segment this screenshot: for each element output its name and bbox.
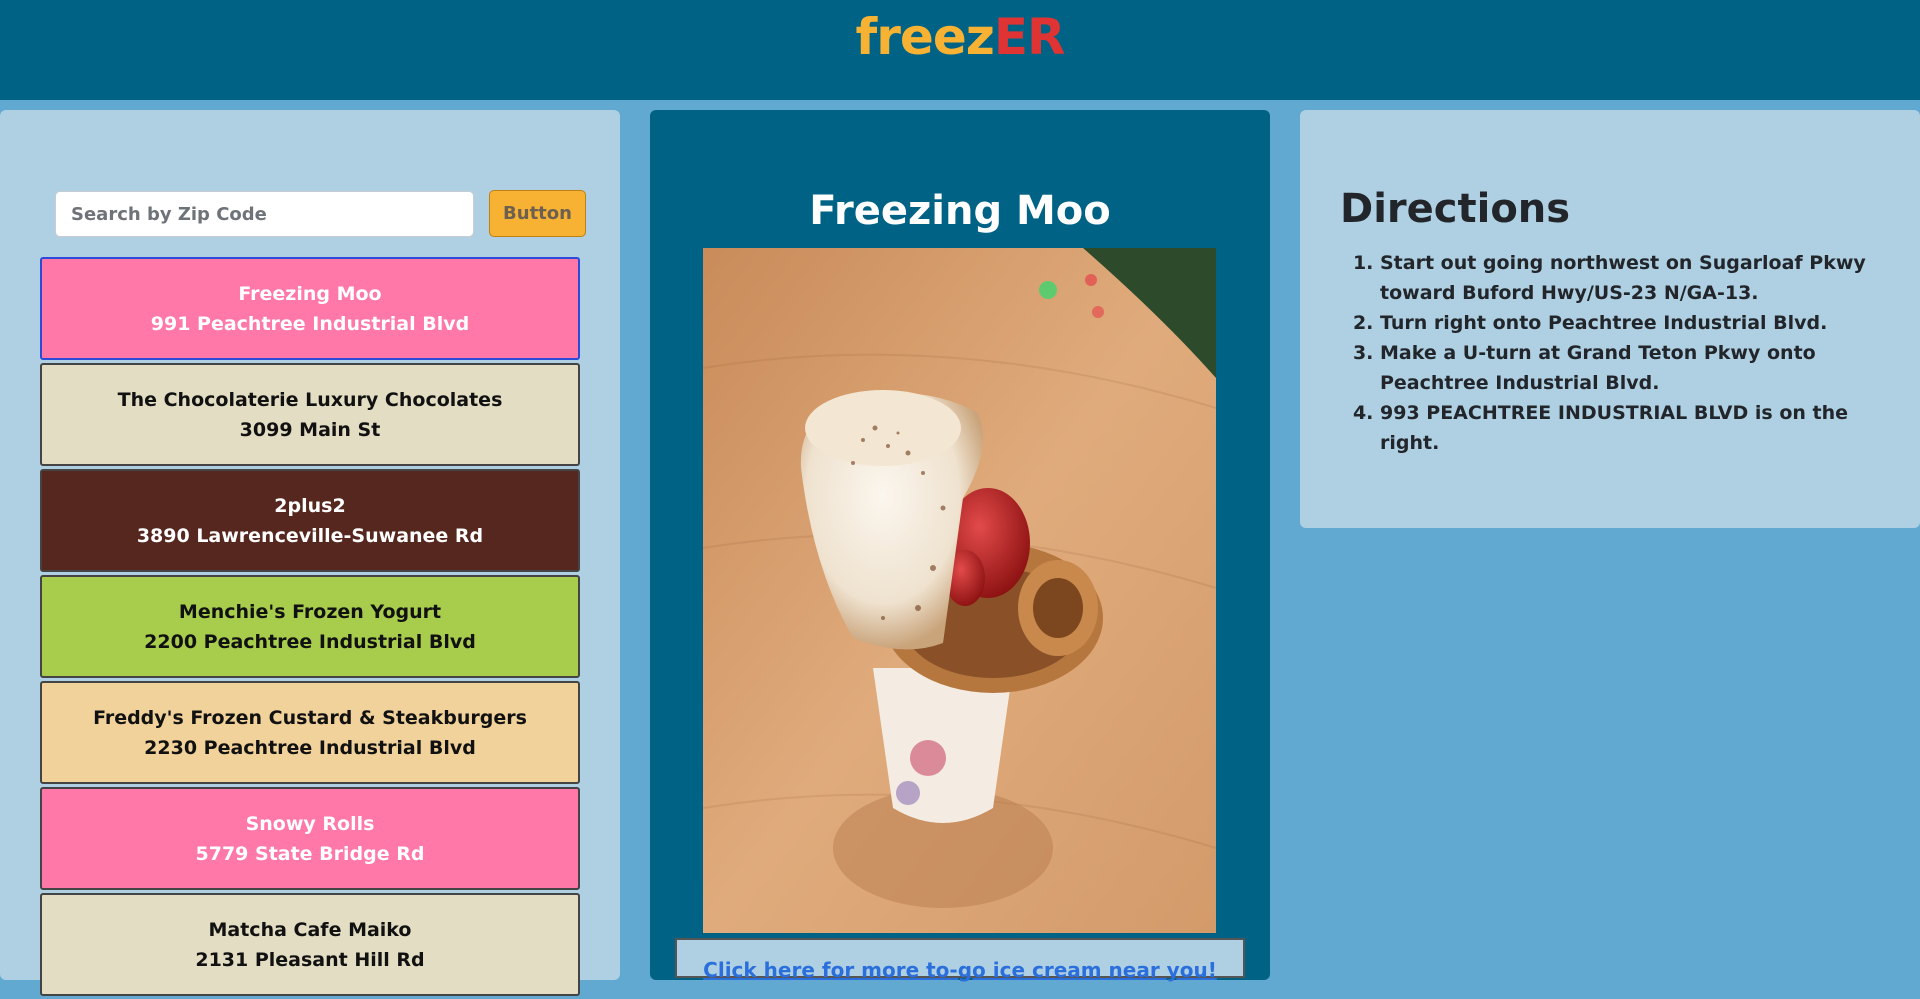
more-link-container: Click here for more to-go ice cream near… — [675, 938, 1245, 982]
store-address: 2200 Peachtree Industrial Blvd — [144, 630, 476, 653]
store-list: Freezing Moo 991 Peachtree Industrial Bl… — [40, 257, 580, 999]
store-address: 3099 Main St — [239, 418, 381, 441]
zip-search-input[interactable] — [55, 191, 474, 237]
app-logo[interactable]: freezER — [0, 8, 1920, 66]
store-address: 2230 Peachtree Industrial Blvd — [144, 736, 476, 759]
store-card-freezing-moo[interactable]: Freezing Moo 991 Peachtree Industrial Bl… — [40, 257, 580, 360]
store-address: 3890 Lawrenceville-Suwanee Rd — [136, 524, 484, 547]
store-card-2plus2[interactable]: 2plus2 3890 Lawrenceville-Suwanee Rd — [40, 469, 580, 572]
store-card-snowy-rolls[interactable]: Snowy Rolls 5779 State Bridge Rd — [40, 787, 580, 890]
app-header: freezER — [0, 0, 1920, 100]
store-name: Freddy's Frozen Custard & Steakburgers — [93, 706, 527, 729]
direction-step: Make a U-turn at Grand Teton Pkwy onto P… — [1380, 338, 1900, 398]
store-name: The Chocolaterie Luxury Chocolates — [117, 388, 503, 411]
directions-title: Directions — [1340, 186, 1571, 232]
store-address: 2131 Pleasant Hill Rd — [195, 948, 425, 971]
store-card-matcha-cafe[interactable]: Matcha Cafe Maiko 2131 Pleasant Hill Rd — [40, 893, 580, 996]
store-name: Snowy Rolls — [245, 812, 375, 835]
directions-list: Start out going northwest on Sugarloaf P… — [1380, 248, 1900, 458]
store-card-freddys[interactable]: Freddy's Frozen Custard & Steakburgers 2… — [40, 681, 580, 784]
logo-text-er: ER — [993, 8, 1066, 66]
direction-step: Turn right onto Peachtree Industrial Blv… — [1380, 308, 1900, 338]
store-detail-title: Freezing Moo — [809, 188, 1111, 234]
store-card-chocolaterie[interactable]: The Chocolaterie Luxury Chocolates 3099 … — [40, 363, 580, 466]
store-name: Matcha Cafe Maiko — [208, 918, 412, 941]
direction-step: Start out going northwest on Sugarloaf P… — [1380, 248, 1900, 308]
ice-cream-photo-illustration — [703, 248, 1216, 933]
store-name: Freezing Moo — [238, 282, 382, 305]
store-name: 2plus2 — [274, 494, 346, 517]
direction-step: 993 PEACHTREE INDUSTRIAL BLVD is on the … — [1380, 398, 1900, 458]
store-name: Menchie's Frozen Yogurt — [178, 600, 442, 623]
store-photo — [703, 248, 1216, 933]
more-ice-cream-link[interactable]: Click here for more to-go ice cream near… — [677, 958, 1243, 982]
search-button[interactable]: Button — [489, 190, 586, 237]
store-address: 991 Peachtree Industrial Blvd — [150, 312, 470, 335]
store-address: 5779 State Bridge Rd — [195, 842, 425, 865]
logo-text-freez: freez — [855, 8, 995, 66]
store-card-menchies[interactable]: Menchie's Frozen Yogurt 2200 Peachtree I… — [40, 575, 580, 678]
